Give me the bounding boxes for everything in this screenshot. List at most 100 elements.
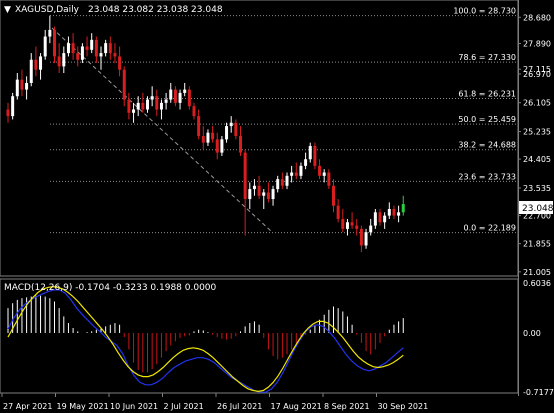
price-tick-label: 23.535: [523, 184, 551, 193]
candle-body: [132, 109, 136, 113]
candle-body: [229, 122, 233, 127]
candle-body: [285, 175, 289, 186]
candle-body: [345, 222, 349, 229]
fib-trendline[interactable]: [51, 27, 273, 233]
candle-body: [20, 79, 24, 90]
candle-body: [94, 39, 98, 57]
time-tick-label: 17 Aug 2021: [271, 402, 322, 411]
candle-body: [341, 218, 345, 229]
candle-body: [34, 59, 38, 70]
time-axis: 27 Apr 2021 19 May 2021 10 Jun 2021 2 Jul 2…: [1, 393, 429, 411]
candle-body: [327, 172, 331, 186]
candle-body: [350, 222, 354, 226]
macd-tick-label: 0.6036: [523, 279, 551, 288]
price-tick-label: 28.680: [523, 13, 551, 22]
symbol-dropdown-arrow-icon[interactable]: ▼: [4, 5, 11, 15]
candle-body: [355, 225, 359, 229]
candle-body: [173, 89, 177, 103]
candle-body: [183, 89, 187, 93]
macd-tick-label: -0.7177: [523, 388, 554, 397]
candle-body: [71, 43, 75, 54]
last-price-value: 23.048: [522, 204, 554, 214]
candle-body: [104, 43, 108, 54]
candle-body: [201, 136, 205, 143]
candle-body: [53, 29, 56, 57]
macd-layer: [7, 285, 404, 393]
candle-body: [159, 102, 163, 110]
candle-body: [150, 96, 154, 100]
candle-body: [178, 92, 182, 103]
fib-label-1: 78.6 = 27.330: [458, 53, 516, 62]
macd-panel-frame: [0, 278, 519, 394]
symbol-timeframe-label: XAGUSD,Daily: [15, 5, 80, 15]
candle-body: [211, 132, 215, 140]
candle-body: [215, 139, 219, 153]
candle-body: [369, 225, 373, 233]
candle-body: [108, 43, 112, 54]
candle-body: [62, 53, 66, 67]
candle-body: [15, 79, 19, 97]
candle-body: [113, 53, 117, 57]
fibonacci-layer: 100.0 = 28.730 78.6 = 27.330 61.8 = 26.231…: [50, 7, 518, 234]
candle-body: [66, 43, 70, 54]
candle-body: [336, 205, 340, 219]
macd-axis: 0.6036 0.00 -0.7177: [523, 279, 554, 397]
candle-body: [225, 126, 229, 140]
candle-body: [234, 122, 238, 137]
candle-body: [332, 185, 335, 206]
candle-body: [187, 89, 191, 107]
candle-body: [308, 145, 312, 160]
candle-body: [39, 56, 43, 70]
candle-body: [280, 179, 284, 186]
time-tick-label: 10 Jun 2021: [110, 402, 158, 411]
candle-body: [127, 99, 131, 113]
candle-body: [136, 102, 140, 110]
candle-body: [197, 116, 201, 137]
candle-body: [262, 192, 266, 196]
price-tick-label: 25.235: [523, 128, 551, 137]
candle-body: [192, 106, 196, 117]
candle-body: [146, 99, 149, 110]
candle-body: [252, 185, 256, 190]
time-tick-label: 26 Jul 2021: [217, 402, 262, 411]
candle-body: [118, 56, 122, 70]
candle-body: [378, 212, 382, 223]
fib-label-0: 100.0 = 28.730: [453, 7, 516, 16]
price-axis: 28.68027.89027.11526.97026.10525.23524.4…: [518, 13, 551, 277]
time-tick-label: 8 Sep 2021: [324, 402, 370, 411]
macd-line: [7, 289, 404, 393]
macd-indicator-label: MACD(12,26,9) -0.1704 -0.3233 0.1988 0.0…: [4, 283, 217, 293]
price-tick-label: 26.105: [523, 99, 551, 108]
candle-body: [304, 159, 308, 166]
fib-label-4: 38.2 = 24.688: [458, 141, 516, 150]
macd-tick-label: 0.00: [523, 329, 541, 338]
time-tick-label: 2 Jul 2021: [164, 402, 204, 411]
price-tick-label: 26.970: [523, 70, 551, 79]
candle-body: [11, 96, 15, 117]
candle-body: [271, 189, 275, 200]
candle-body: [383, 215, 387, 223]
candle-body: [322, 172, 326, 176]
candle-body: [248, 189, 252, 200]
candle-body: [239, 136, 242, 153]
time-tick-label: 27 Apr 2021: [3, 402, 52, 411]
candle-body: [90, 39, 94, 50]
candle-body: [276, 179, 280, 190]
macd-signal-line: [7, 285, 404, 393]
fib-label-3: 50.0 = 25.459: [458, 115, 516, 124]
time-tick-label: 19 May 2021: [57, 402, 109, 411]
price-panel-frame: [0, 0, 519, 277]
ohlc-values: 23.048 23.082 23.038 23.048: [88, 5, 223, 15]
candle-body: [169, 89, 173, 100]
candle-body: [220, 139, 224, 153]
candle-body: [392, 208, 396, 216]
price-tick-label: 27.890: [523, 39, 551, 48]
candle-body: [294, 172, 298, 176]
candle-body: [299, 165, 303, 176]
time-tick-label: 30 Sep 2021: [378, 402, 429, 411]
candle-body: [85, 46, 89, 50]
candle-body: [6, 109, 10, 117]
candle-body: [318, 165, 322, 176]
candles-layer: [6, 15, 405, 253]
candle-body: [359, 228, 363, 246]
